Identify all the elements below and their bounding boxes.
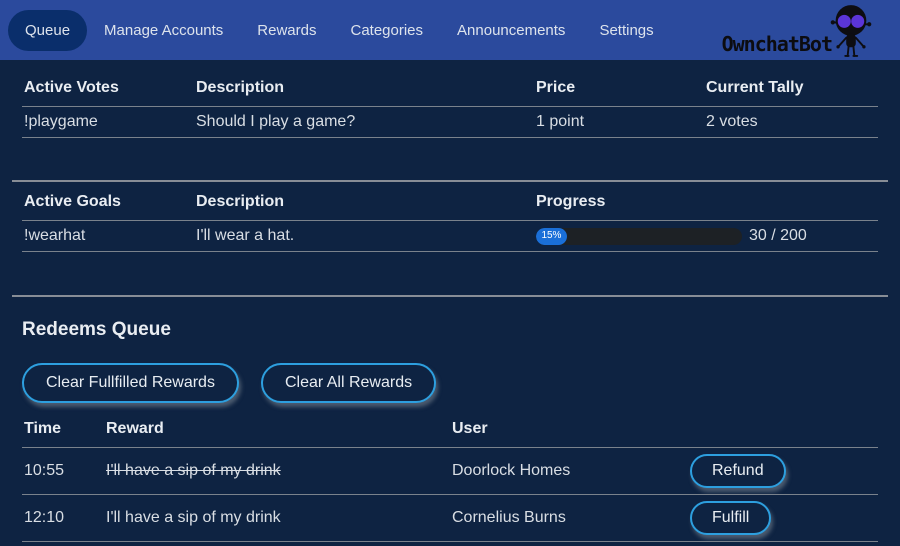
active-votes-table: Active Votes Description Price Current T…	[22, 76, 878, 138]
redeems-column-time: Time	[22, 417, 104, 448]
vote-row: !playgame Should I play a game? 1 point …	[22, 107, 878, 138]
logo-text: OwnchatBot	[722, 34, 832, 60]
goals-column-command: Active Goals	[22, 190, 194, 221]
redeem-row: 10:55 I'll have a sip of my drink Doorlo…	[22, 448, 878, 495]
redeem-reward-text-fulfilled: I'll have a sip of my drink	[106, 462, 281, 479]
nav-item-categories[interactable]: Categories	[333, 10, 440, 51]
redeem-reward: I'll have a sip of my drink	[104, 448, 450, 495]
goal-row: !wearhat I'll wear a hat. 15% 30 / 200	[22, 221, 878, 252]
redeems-column-reward: Reward	[104, 417, 450, 448]
fulfill-button[interactable]: Fulfill	[690, 501, 771, 535]
vote-price: 1 point	[534, 107, 704, 138]
navbar: Queue Manage Accounts Rewards Categories…	[0, 0, 900, 60]
nav-item-queue[interactable]: Queue	[8, 10, 87, 51]
redeems-column-user: User	[450, 417, 688, 448]
logo: OwnchatBot	[722, 0, 874, 60]
goals-column-description: Description	[194, 190, 534, 221]
redeem-reward-text: I'll have a sip of my drink	[106, 509, 281, 526]
vote-command: !playgame	[22, 107, 194, 138]
goals-column-progress: Progress	[534, 190, 878, 221]
redeem-action-cell: Fulfill	[688, 495, 878, 542]
clear-all-rewards-button[interactable]: Clear All Rewards	[261, 363, 436, 403]
robot-mascot-icon	[828, 2, 874, 60]
main-content: Active Votes Description Price Current T…	[0, 60, 900, 542]
redeem-row: 12:10 I'll have a sip of my drink Cornel…	[22, 495, 878, 542]
redeems-toolbar: Clear Fullfilled Rewards Clear All Rewar…	[22, 363, 878, 403]
votes-column-tally: Current Tally	[704, 76, 878, 107]
vote-description: Should I play a game?	[194, 107, 534, 138]
goal-progress-bar: 15%	[536, 228, 742, 245]
app-root: Queue Manage Accounts Rewards Categories…	[0, 0, 900, 542]
redeems-header-row: Time Reward User	[22, 417, 878, 448]
redeem-reward: I'll have a sip of my drink	[104, 495, 450, 542]
redeems-section: Redeems Queue Clear Fullfilled Rewards C…	[12, 295, 888, 542]
active-goals-section: Active Goals Description Progress !wearh…	[12, 180, 888, 252]
redeem-action-cell: Refund	[688, 448, 878, 495]
redeem-user: Cornelius Burns	[450, 495, 688, 542]
redeems-column-actions	[688, 417, 878, 448]
nav-item-settings[interactable]: Settings	[582, 10, 670, 51]
redeem-time: 10:55	[22, 448, 104, 495]
refund-button[interactable]: Refund	[690, 454, 786, 488]
goal-progress-count: 30 / 200	[749, 227, 807, 245]
nav-item-rewards[interactable]: Rewards	[240, 10, 333, 51]
redeem-time: 12:10	[22, 495, 104, 542]
goal-command: !wearhat	[22, 221, 194, 252]
nav-item-manage-accounts[interactable]: Manage Accounts	[87, 10, 240, 51]
goal-progress-cell: 15% 30 / 200	[534, 221, 878, 252]
vote-tally: 2 votes	[704, 107, 878, 138]
votes-header-row: Active Votes Description Price Current T…	[22, 76, 878, 107]
votes-column-command: Active Votes	[22, 76, 194, 107]
active-goals-table: Active Goals Description Progress !wearh…	[22, 190, 878, 252]
clear-fulfilled-rewards-button[interactable]: Clear Fullfilled Rewards	[22, 363, 239, 403]
redeems-table: Time Reward User 10:55 I'll have a sip o…	[22, 417, 878, 542]
active-votes-section: Active Votes Description Price Current T…	[12, 76, 888, 138]
redeems-table-wrap: Time Reward User 10:55 I'll have a sip o…	[12, 417, 888, 542]
nav-item-announcements[interactable]: Announcements	[440, 10, 582, 51]
votes-column-description: Description	[194, 76, 534, 107]
goal-progress-percent-label: 15%	[541, 231, 561, 241]
redeem-user: Doorlock Homes	[450, 448, 688, 495]
goals-header-row: Active Goals Description Progress	[22, 190, 878, 221]
goal-progress-fill: 15%	[536, 228, 567, 245]
goal-description: I'll wear a hat.	[194, 221, 534, 252]
redeems-queue-title: Redeems Queue	[22, 319, 878, 341]
votes-column-price: Price	[534, 76, 704, 107]
